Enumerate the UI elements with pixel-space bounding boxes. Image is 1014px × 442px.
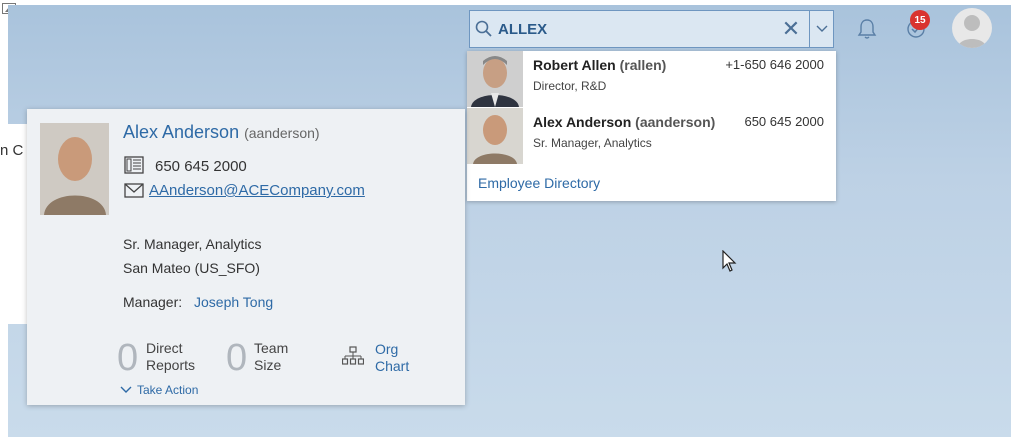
org-chart-icon[interactable]	[341, 346, 365, 371]
user-avatar-icon[interactable]	[952, 8, 992, 48]
employee-location: San Mateo (US_SFO)	[123, 260, 260, 276]
direct-reports-count[interactable]: 0	[117, 337, 138, 380]
person-photo	[40, 123, 109, 215]
suggestion-user-id: (rallen)	[619, 57, 667, 73]
direct-reports-label-line1: Direct	[146, 340, 183, 356]
take-action-button[interactable]: Take Action	[119, 383, 198, 397]
suggestion-item[interactable]: Alex Anderson (aanderson) Sr. Manager, A…	[467, 108, 836, 164]
employee-quickcard: Alex Anderson (aanderson) 650 645 2000 A…	[27, 109, 465, 405]
employee-email-link[interactable]: AAnderson@ACECompany.com	[149, 182, 365, 199]
org-chart-label-line2: Chart	[375, 358, 410, 374]
suggestion-title: Sr. Manager, Analytics	[533, 136, 652, 150]
suggestion-name: Alex Anderson	[533, 114, 632, 130]
employee-directory-link[interactable]: Employee Directory	[478, 175, 600, 191]
take-action-label: Take Action	[137, 383, 199, 397]
suggestion-phone: 650 645 2000	[744, 114, 824, 129]
team-size-label-line2: Size	[254, 357, 282, 373]
suggestion-title: Director, R&D	[533, 79, 607, 93]
bell-icon[interactable]	[857, 18, 877, 45]
phone-icon	[124, 156, 144, 179]
employee-name[interactable]: Alex Anderson	[123, 122, 239, 142]
team-size-label[interactable]: Team Size	[254, 340, 288, 374]
direct-reports-label[interactable]: Direct Reports	[146, 340, 195, 374]
org-chart-label-line1: Org	[375, 341, 399, 357]
suggestion-user-id: (aanderson)	[635, 114, 716, 130]
chevron-down-icon[interactable]	[809, 11, 833, 47]
direct-reports-label-line2: Reports	[146, 357, 196, 373]
manager-link[interactable]: Joseph Tong	[194, 294, 273, 310]
search-field[interactable]: ✕	[469, 10, 834, 48]
mouse-cursor-icon	[722, 249, 738, 279]
background-text: n C	[0, 142, 24, 159]
person-photo	[467, 51, 523, 107]
suggestion-item[interactable]: Robert Allen (rallen) Director, R&D +1-6…	[467, 51, 836, 107]
team-size-count[interactable]: 0	[226, 337, 247, 380]
team-size-label-line1: Team	[254, 340, 289, 356]
search-icon[interactable]	[470, 11, 498, 47]
suggestion-name: Robert Allen	[533, 57, 616, 73]
employee-user-id: (aanderson)	[244, 125, 320, 141]
close-icon[interactable]: ✕	[773, 11, 809, 47]
notification-badge[interactable]: 15	[910, 10, 930, 30]
chevron-down-icon	[120, 386, 132, 393]
suggestion-phone: +1-650 646 2000	[725, 57, 824, 72]
manager-label: Manager:	[123, 294, 183, 310]
person-photo	[467, 108, 523, 164]
mail-icon	[124, 183, 144, 203]
org-chart-link[interactable]: Org Chart	[375, 341, 409, 375]
search-input[interactable]	[498, 11, 773, 47]
employee-job-title: Sr. Manager, Analytics	[123, 236, 262, 252]
employee-phone[interactable]: 650 645 2000	[155, 158, 247, 175]
search-suggestions: Robert Allen (rallen) Director, R&D +1-6…	[467, 51, 836, 201]
